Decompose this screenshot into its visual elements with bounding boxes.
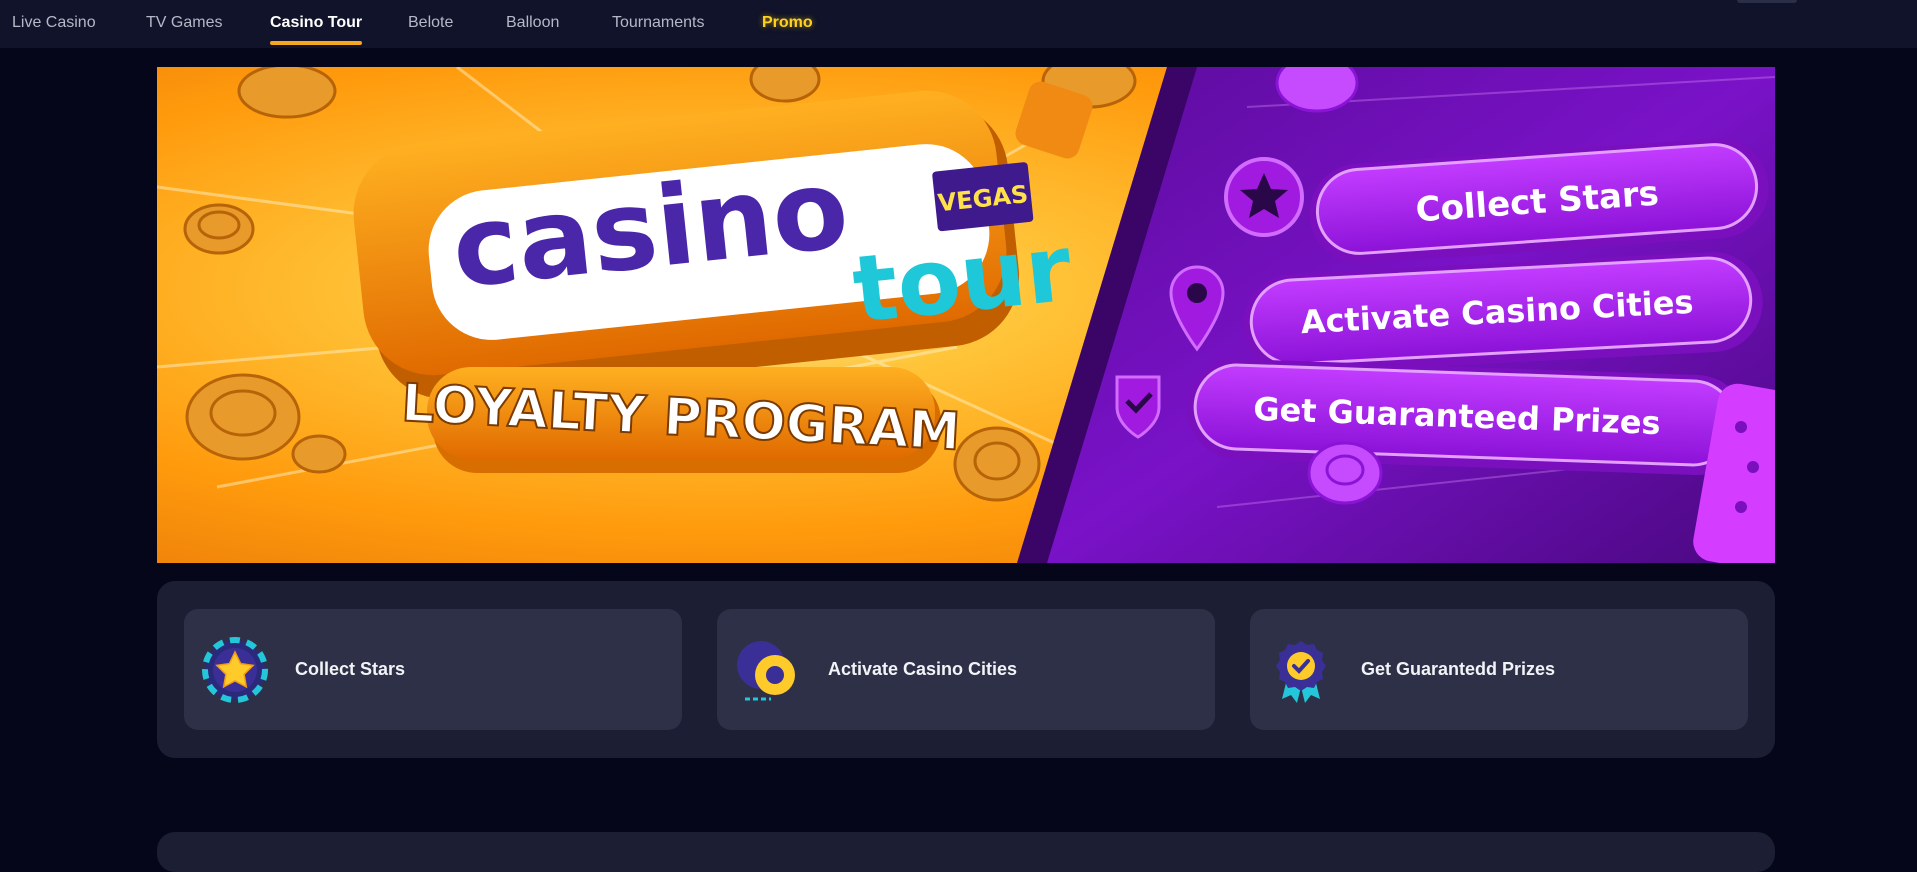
nav-item-promo[interactable]: Promo [762, 0, 813, 48]
feature-card-guaranteed-prizes[interactable]: Get Guarantedd Prizes [1250, 609, 1748, 730]
active-tab-indicator [270, 41, 363, 45]
top-nav: Live Casino TV Games Casino Tour Belote … [0, 0, 1917, 48]
nav-item-tv-games[interactable]: TV Games [146, 0, 222, 48]
nav-item-balloon[interactable]: Balloon [506, 0, 559, 48]
features-panel: Collect Stars Activate Casino Cities Get… [157, 581, 1775, 758]
feature-card-collect-stars-label: Collect Stars [295, 659, 406, 679]
nav-item-casino-tour-label: Casino Tour [270, 14, 363, 31]
nav-item-tournaments[interactable]: Tournaments [612, 0, 705, 48]
banner-logo-tour: tour [848, 215, 1077, 344]
feature-card-activate-cities-label: Activate Casino Cities [828, 659, 1018, 679]
map-pin-icon [735, 637, 801, 703]
feature-card-guaranteed-prizes-label: Get Guarantedd Prizes [1361, 659, 1556, 679]
feature-card-activate-cities[interactable]: Activate Casino Cities [717, 609, 1215, 730]
next-section-panel [157, 832, 1775, 872]
nav-item-casino-tour[interactable]: Casino Tour [270, 0, 363, 48]
nav-item-belote[interactable]: Belote [408, 0, 453, 48]
award-ribbon-icon [1268, 637, 1334, 703]
star-chip-icon [202, 637, 268, 703]
nav-corner-decoration [1737, 0, 1797, 3]
feature-card-collect-stars[interactable]: Collect Stars [184, 609, 682, 730]
casino-tour-banner[interactable]: casino tour VEGAS LOYALTY PROGRAM Collec… [157, 67, 1775, 563]
nav-item-live-casino[interactable]: Live Casino [12, 0, 96, 48]
